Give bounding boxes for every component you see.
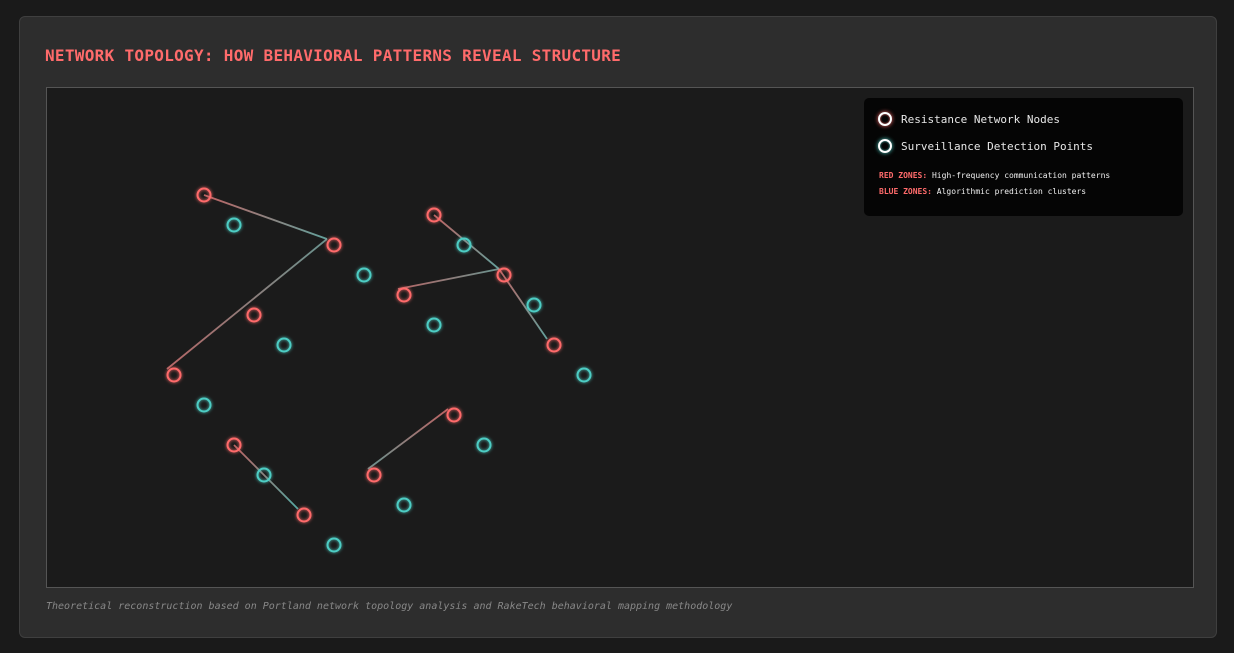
legend-zone-red: RED ZONES: High-frequency communication … (879, 171, 1110, 180)
zone-text: Algorithmic prediction clusters (931, 187, 1087, 196)
surveillance-node (426, 317, 442, 333)
connection-link (233, 444, 299, 510)
surveillance-node (576, 367, 592, 383)
resistance-node (446, 407, 462, 423)
surveillance-node (476, 437, 492, 453)
surveillance-node (276, 337, 292, 353)
connection-link (203, 194, 328, 240)
connection-link (367, 408, 449, 470)
legend-item-resistance: Resistance Network Nodes (878, 112, 1060, 126)
resistance-node (366, 467, 382, 483)
connection-link (433, 214, 500, 270)
legend: Resistance Network Nodes Surveillance De… (864, 98, 1183, 216)
surveillance-node (226, 217, 242, 233)
surveillance-node (326, 537, 342, 553)
network-canvas: Resistance Network Nodes Surveillance De… (46, 87, 1194, 588)
surveillance-node (396, 497, 412, 513)
legend-label: Resistance Network Nodes (901, 112, 1060, 126)
surveillance-node (196, 397, 212, 413)
connection-links (166, 194, 548, 510)
zone-text: High-frequency communication patterns (927, 171, 1111, 180)
red-ring-icon (878, 112, 892, 126)
legend-label: Surveillance Detection Points (901, 139, 1094, 153)
surveillance-node (356, 267, 372, 283)
zone-key: BLUE ZONES: (879, 187, 932, 196)
caption: Theoretical reconstruction based on Port… (46, 601, 733, 612)
teal-ring-icon (878, 139, 892, 153)
resistance-node (246, 307, 262, 323)
surveillance-node (526, 297, 542, 313)
diagram-panel: Network Topology: How Behavioral Pattern… (19, 16, 1217, 638)
resistance-node (396, 287, 412, 303)
network-nodes (166, 187, 592, 553)
resistance-node (296, 507, 312, 523)
legend-item-surveillance: Surveillance Detection Points (878, 139, 1093, 153)
connection-link (166, 238, 328, 370)
resistance-node (326, 237, 342, 253)
zone-key: RED ZONES: (879, 171, 928, 180)
connection-link (397, 268, 500, 290)
legend-zone-blue: BLUE ZONES: Algorithmic prediction clust… (879, 187, 1086, 196)
resistance-node (546, 337, 562, 353)
page-title: Network Topology: How Behavioral Pattern… (45, 46, 622, 65)
resistance-node (166, 367, 182, 383)
